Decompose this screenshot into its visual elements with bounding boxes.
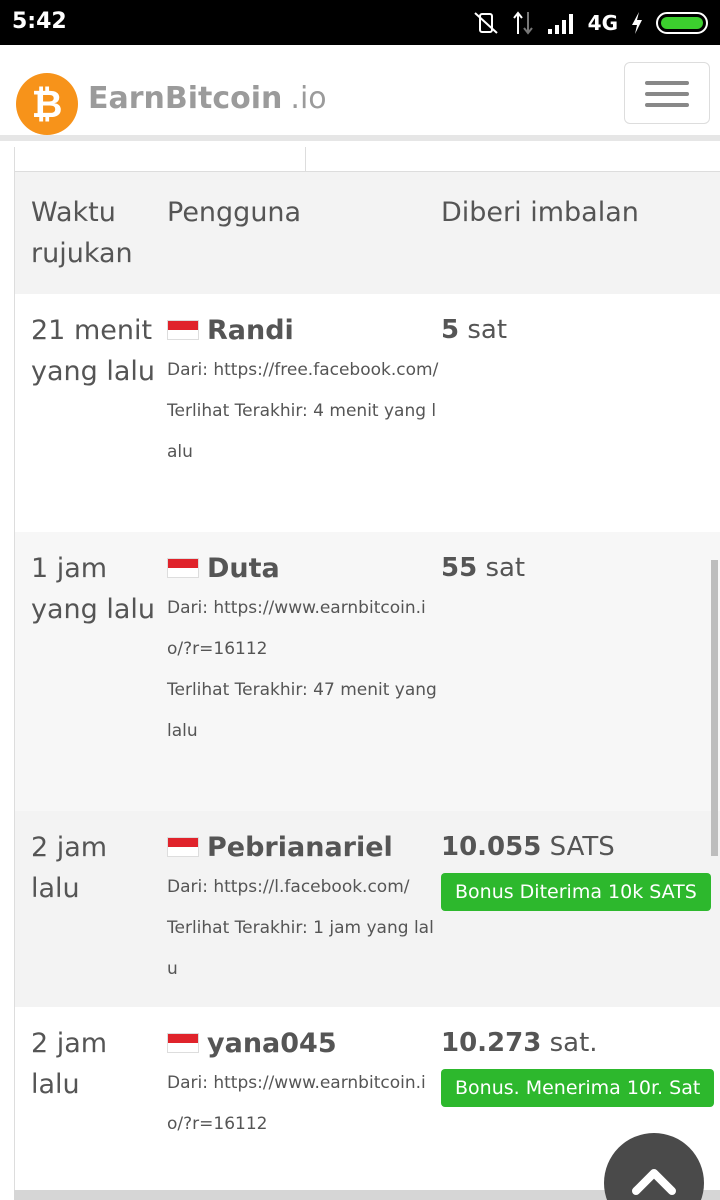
previous-row-fragment-right [306,147,674,171]
indonesia-flag-icon [167,1033,199,1053]
referral-time: 1 jam yang lalu [31,553,156,625]
vibrate-off-icon [473,12,498,34]
previous-row-fragment [14,147,306,171]
status-time: 5:42 [12,9,67,34]
username: Duta [207,552,280,584]
reward-amount: 10.273 [441,1028,542,1058]
reward-unit: sat [477,553,526,583]
site-header: ₿ EarnBitcoin .io [0,45,720,141]
network-type: 4G [587,11,618,35]
page-scrollbar[interactable] [711,560,718,856]
hamburger-icon [645,81,689,85]
referral-content: Waktu rujukan Pengguna Diberi imbalan 21… [0,147,720,1200]
signal-icon [547,14,573,34]
user-cell: yana045 Dari: https://www.earnbitcoin.io… [167,1007,441,1200]
data-arrows-icon [512,11,533,35]
username: Pebrianariel [207,831,393,863]
last-seen: Terlihat Terakhir: 1 jam yang lalu [167,918,434,979]
username: Randi [207,314,294,346]
user-cell: Randi Dari: https://free.facebook.com/ T… [167,294,441,532]
table-header-row: Waktu rujukan Pengguna Diberi imbalan [15,171,720,294]
last-seen: Terlihat Terakhir: 4 menit yang lalu [167,401,437,462]
reward-unit: sat [459,315,508,345]
user-cell: Pebrianariel Dari: https://l.facebook.co… [167,811,441,1007]
status-bar: 5:42 4G [0,0,720,45]
battery-icon [656,12,708,34]
referral-time: 2 jam lalu [31,832,108,904]
referral-source: Dari: https://l.facebook.com/ [167,877,410,897]
reward-cell: 5 sat [441,294,720,532]
charging-icon [632,12,642,34]
referral-time: 2 jam lalu [31,1028,108,1100]
menu-toggle-button[interactable] [624,62,710,124]
referral-table: Waktu rujukan Pengguna Diberi imbalan 21… [15,171,720,1200]
chevron-up-icon [632,1169,676,1195]
bonus-badge: Bonus. Menerima 10r. Sat [441,1069,715,1107]
table-row: 2 jam lalu Pebrianariel Dari: https://l.… [15,811,720,1007]
svg-text:₿: ₿ [32,82,63,126]
reward-cell: 55 sat [441,532,720,811]
brand-tld: .io [290,81,327,116]
bonus-badge: Bonus Diterima 10k SATS [441,873,711,911]
table-row: 21 menit yang lalu Randi Dari: https://f… [15,294,720,532]
table-row: 1 jam yang lalu Duta Dari: https://www.e… [15,532,720,811]
reward-amount: 55 [441,553,478,583]
status-icons: 4G [472,8,708,38]
header-user: Pengguna [167,197,302,228]
header-referral-time: Waktu rujukan [31,197,133,269]
brand-name: EarnBitcoin [88,81,283,116]
referral-source: Dari: https://www.earnbitcoin.io/?r=1611… [167,1073,426,1134]
referral-table-wrapper: Waktu rujukan Pengguna Diberi imbalan 21… [14,171,720,1200]
reward-amount: 10.055 [441,832,542,862]
referral-time: 21 menit yang lalu [31,315,156,387]
reward-cell: 10.055 SATS Bonus Diterima 10k SATS [441,811,720,1007]
username: yana045 [207,1027,337,1059]
referral-source: Dari: https://free.facebook.com/ [167,360,439,380]
last-seen: Terlihat Terakhir: 47 menit yang lalu [167,680,437,741]
brand-logo-text[interactable]: EarnBitcoin .io [88,81,327,116]
indonesia-flag-icon [167,320,199,340]
bitcoin-logo-icon[interactable]: ₿ [16,73,78,135]
referral-source: Dari: https://www.earnbitcoin.io/?r=1611… [167,598,426,659]
reward-amount: 5 [441,315,460,345]
user-cell: Duta Dari: https://www.earnbitcoin.io/?r… [167,532,441,811]
header-reward: Diberi imbalan [441,197,639,228]
reward-unit: SATS [541,832,615,862]
reward-unit: sat. [541,1028,598,1058]
indonesia-flag-icon [167,558,199,578]
indonesia-flag-icon [167,837,199,857]
